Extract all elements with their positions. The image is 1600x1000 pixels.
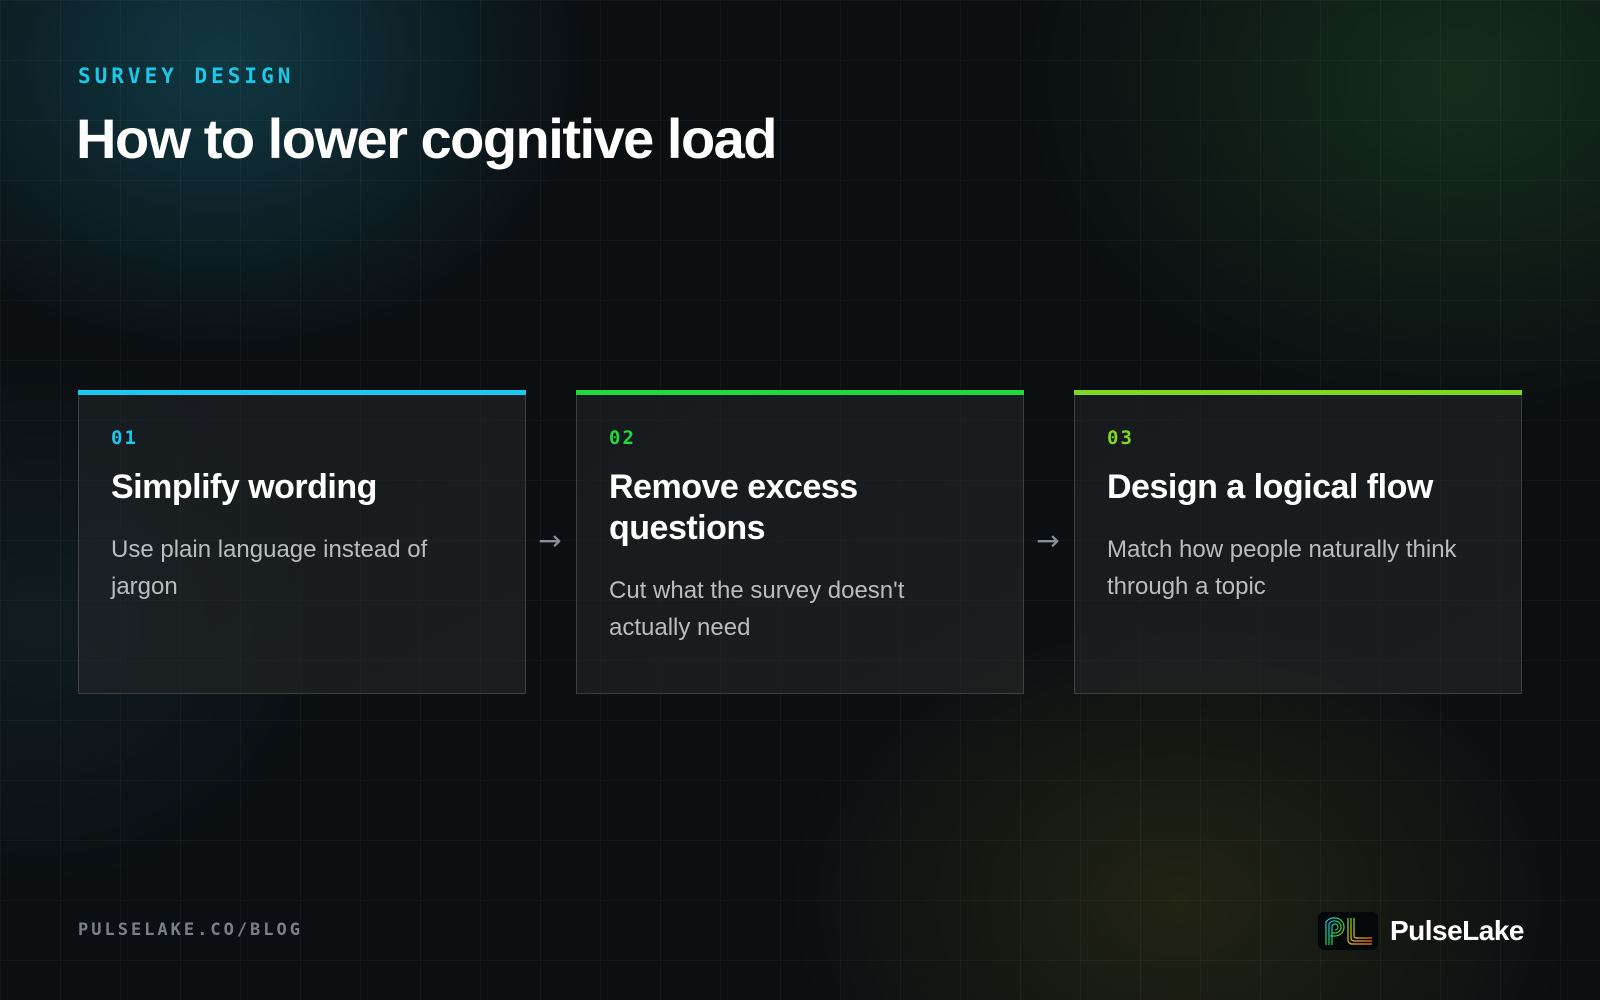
step-card-1: 01 Simplify wording Use plain language i…: [78, 390, 526, 694]
step-card-1-accent-bar: [78, 390, 526, 395]
arrow-right-icon: →: [538, 524, 562, 557]
step-card-3-title: Design a logical flow: [1107, 468, 1433, 506]
step-card-3-description: Match how people naturally think through…: [1107, 536, 1457, 600]
step-card-2-accent-bar: [576, 390, 1024, 395]
step-card-1-description: Use plain language instead of jargon: [111, 536, 428, 600]
eyebrow-label: SURVEY DESIGN: [78, 64, 295, 88]
step-card-2-description: Cut what the survey doesn't actually nee…: [609, 577, 905, 641]
footer-url-link[interactable]: PULSELAKE.CO/BLOG: [78, 920, 303, 940]
steps-row: 01 Simplify wording Use plain language i…: [78, 390, 1524, 696]
step-card-1-number: 01: [111, 427, 138, 449]
arrow-right-icon: →: [1036, 524, 1060, 557]
step-card-3: 03 Design a logical flow Match how peopl…: [1074, 390, 1522, 694]
step-card-2: 02 Remove excess questions Cut what the …: [576, 390, 1024, 694]
step-card-2-number: 02: [609, 427, 636, 449]
step-card-3-number: 03: [1107, 427, 1134, 449]
step-card-3-accent-bar: [1074, 390, 1522, 395]
step-card-2-title: Remove excess questions: [609, 468, 858, 547]
step-card-1-title: Simplify wording: [111, 468, 377, 506]
pulselake-logo-icon: [1317, 912, 1378, 950]
slide: SURVEY DESIGN How to lower cognitive loa…: [0, 0, 1600, 1000]
brand-lockup: PulseLake: [1317, 912, 1525, 950]
page-title: How to lower cognitive load: [76, 107, 778, 170]
brand-name: PulseLake: [1389, 915, 1525, 946]
